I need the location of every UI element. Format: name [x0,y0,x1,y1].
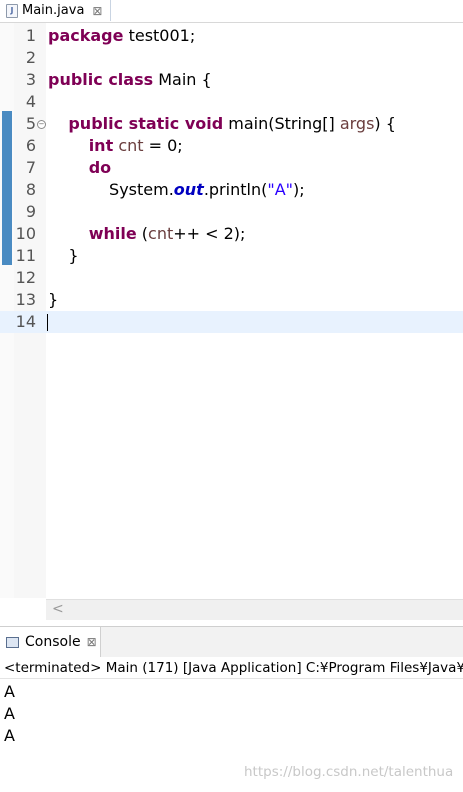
line-number: 13 [15,290,36,309]
code-token: main(String[] [223,114,340,133]
code-editor[interactable]: 1 package test001; 2 3 public class Main { 4 5… [0,23,463,623]
console-output-line: A [4,682,15,701]
horizontal-scrollbar[interactable]: < [46,599,463,620]
code-text: public class Main { [48,69,212,91]
code-token: public class [48,70,154,89]
code-token: } [48,290,59,309]
line-number: 2 [25,48,36,67]
fold-toggle-icon[interactable]: − [37,120,46,129]
code-token: out [173,180,204,199]
watermark: https://blog.csdn.net/talenthua [244,764,454,780]
code-token: } [48,246,79,265]
line-number: 12 [15,268,36,287]
code-line[interactable]: 11 } [0,245,463,267]
scroll-left-icon[interactable]: < [52,601,64,617]
code-token: int [88,136,114,155]
code-token: do [88,158,112,177]
editor-tab-label: Main.java [22,3,85,18]
line-number: 4 [25,92,36,111]
line-number: 8 [25,180,36,199]
console-tab-label: Console [25,634,81,650]
code-text: do [48,157,111,179]
code-token: package [48,26,124,45]
line-number: 10 [15,224,36,243]
text-caret [47,314,48,331]
code-text: } [48,245,79,267]
code-text: } [48,289,58,311]
close-tab-icon[interactable]: ⊠ [92,4,102,18]
code-token: ) { [374,114,396,133]
code-token: cnt [148,224,174,243]
line-number: 11 [15,246,36,265]
code-text: public static void main(String[] args) { [48,113,396,135]
code-line[interactable]: 12 [0,267,463,289]
code-token: ); [293,180,305,199]
code-line[interactable]: 10 while (cnt++ < 2); [0,223,463,245]
code-token: while [88,224,137,243]
code-token: .println( [203,180,268,199]
code-token: test001; [123,26,196,45]
code-line[interactable]: 1 package test001; [0,25,463,47]
code-line[interactable]: 8 System.out.println("A"); [0,179,463,201]
line-number: 7 [25,158,36,177]
code-line[interactable]: 5− public static void main(String[] args… [0,113,463,135]
code-line[interactable]: 9 [0,201,463,223]
java-file-icon: J [6,3,18,18]
code-token: ( [136,224,149,243]
code-token: args [339,114,375,133]
code-token: "A" [267,180,293,199]
code-line[interactable]: 2 [0,47,463,69]
code-token: Main { [153,70,212,89]
line-number: 14 [15,312,36,331]
code-line[interactable]: 13} [0,289,463,311]
code-text: int cnt = 0; [48,135,183,157]
code-line[interactable]: 14 [0,311,463,333]
code-line[interactable]: 7 do [0,157,463,179]
line-number: 6 [25,136,36,155]
code-token: ++ < 2); [173,224,246,243]
console-tab[interactable]: Console ⊠ [0,627,101,657]
line-number: 1 [25,26,36,45]
console-status-line: <terminated> Main (171) [Java Applicatio… [0,657,463,679]
code-token: = 0; [143,136,183,155]
code-line[interactable]: 4 [0,91,463,113]
code-line[interactable]: 3 public class Main { [0,69,463,91]
console-output[interactable]: A A A [4,681,15,747]
line-number: 5 [25,114,36,133]
console-tab-bar: Console ⊠ [0,626,463,657]
code-token: System. [48,180,174,199]
editor-tab-main-java[interactable]: J Main.java ⊠ [0,0,111,21]
console-output-line: A [4,704,15,723]
close-console-icon[interactable]: ⊠ [87,635,97,649]
line-number: 9 [25,202,36,221]
code-token: cnt [118,136,144,155]
console-output-line: A [4,726,15,745]
line-number: 3 [25,70,36,89]
code-token: public static void [68,114,224,133]
console-icon [6,636,19,648]
code-text: while (cnt++ < 2); [48,223,246,245]
editor-tab-bar: J Main.java ⊠ [0,0,463,23]
code-text: package test001; [48,25,195,47]
code-line[interactable]: 6 int cnt = 0; [0,135,463,157]
code-text: System.out.println("A"); [48,179,305,201]
